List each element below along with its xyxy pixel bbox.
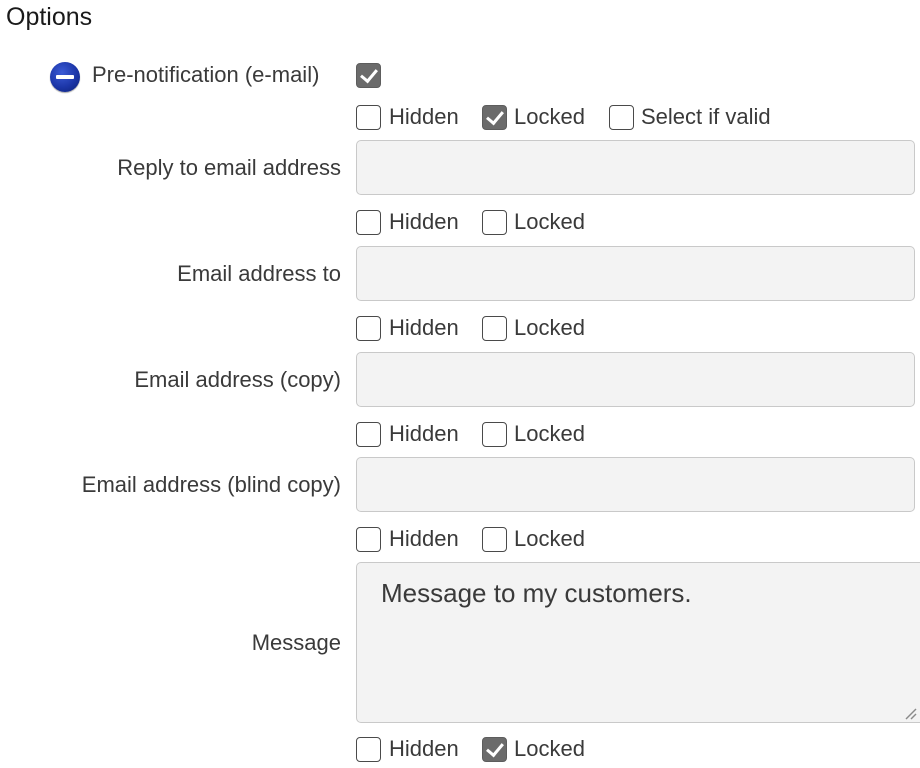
email-blind-copy-label: Email address (blind copy) xyxy=(81,472,341,497)
hidden-checkbox[interactable] xyxy=(356,527,381,552)
hidden-checkbox[interactable] xyxy=(356,422,381,447)
locked-label: Locked xyxy=(514,421,585,446)
collapse-icon[interactable] xyxy=(50,62,80,92)
section-title: Options xyxy=(6,3,93,31)
message-textarea[interactable] xyxy=(356,562,920,723)
select-if-valid-checkbox[interactable] xyxy=(609,105,634,130)
locked-checkbox[interactable] xyxy=(482,737,507,762)
locked-label: Locked xyxy=(514,315,585,340)
hidden-label: Hidden xyxy=(389,526,459,551)
hidden-checkbox[interactable] xyxy=(356,105,381,130)
select-if-valid-label: Select if valid xyxy=(641,104,771,129)
message-label: Message xyxy=(251,630,341,655)
prenotification-checkbox[interactable] xyxy=(356,63,381,88)
hidden-label: Hidden xyxy=(389,736,459,761)
locked-label: Locked xyxy=(514,736,585,761)
hidden-checkbox[interactable] xyxy=(356,737,381,762)
email-blind-copy-input[interactable] xyxy=(356,457,915,512)
locked-label: Locked xyxy=(514,104,585,129)
locked-checkbox[interactable] xyxy=(482,422,507,447)
hidden-label: Hidden xyxy=(389,209,459,234)
prenotification-label: Pre-notification (e-mail) xyxy=(92,62,320,87)
hidden-label: Hidden xyxy=(389,421,459,446)
email-to-input[interactable] xyxy=(356,246,915,301)
email-copy-label: Email address (copy) xyxy=(134,367,341,392)
locked-checkbox[interactable] xyxy=(482,316,507,341)
reply-to-label: Reply to email address xyxy=(117,155,341,180)
reply-to-input[interactable] xyxy=(356,140,915,195)
locked-checkbox[interactable] xyxy=(482,105,507,130)
resize-grip-icon[interactable] xyxy=(902,705,918,721)
hidden-label: Hidden xyxy=(389,104,459,129)
hidden-checkbox[interactable] xyxy=(356,316,381,341)
locked-label: Locked xyxy=(514,526,585,551)
locked-label: Locked xyxy=(514,209,585,234)
locked-checkbox[interactable] xyxy=(482,527,507,552)
email-to-label: Email address to xyxy=(177,261,341,286)
options-panel: Options Pre-notification (e-mail) Hidden… xyxy=(0,0,920,768)
email-copy-input[interactable] xyxy=(356,352,915,407)
hidden-label: Hidden xyxy=(389,315,459,340)
locked-checkbox[interactable] xyxy=(482,210,507,235)
hidden-checkbox[interactable] xyxy=(356,210,381,235)
